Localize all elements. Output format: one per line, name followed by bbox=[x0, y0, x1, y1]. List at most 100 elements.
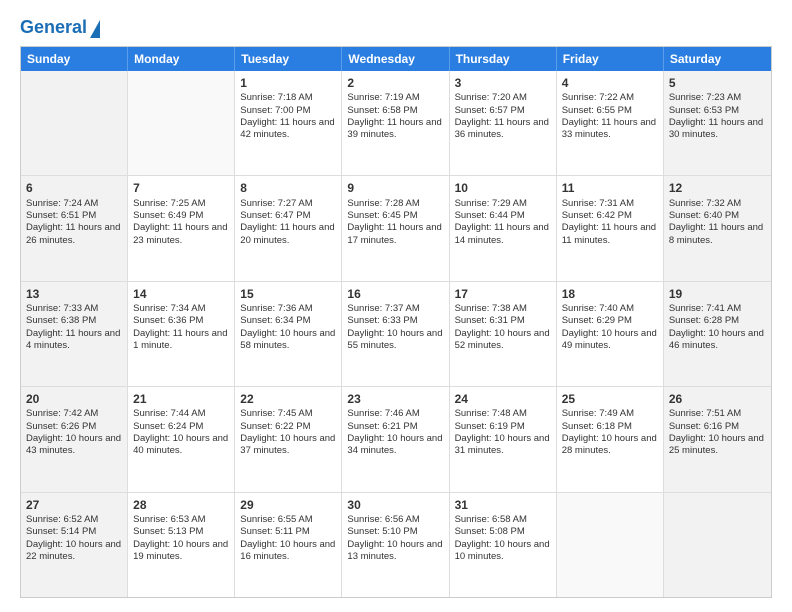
cal-cell-5-1: 27Sunrise: 6:52 AM Sunset: 5:14 PM Dayli… bbox=[21, 493, 128, 597]
cell-details: Sunrise: 7:18 AM Sunset: 7:00 PM Dayligh… bbox=[240, 92, 336, 141]
cal-cell-1-4: 2Sunrise: 7:19 AM Sunset: 6:58 PM Daylig… bbox=[342, 71, 449, 175]
cal-cell-4-2: 21Sunrise: 7:44 AM Sunset: 6:24 PM Dayli… bbox=[128, 387, 235, 491]
day-number: 20 bbox=[26, 391, 122, 407]
cell-details: Sunrise: 7:44 AM Sunset: 6:24 PM Dayligh… bbox=[133, 408, 229, 457]
cal-cell-4-3: 22Sunrise: 7:45 AM Sunset: 6:22 PM Dayli… bbox=[235, 387, 342, 491]
cell-details: Sunrise: 7:25 AM Sunset: 6:49 PM Dayligh… bbox=[133, 198, 229, 247]
cell-details: Sunrise: 7:46 AM Sunset: 6:21 PM Dayligh… bbox=[347, 408, 443, 457]
cell-details: Sunrise: 7:28 AM Sunset: 6:45 PM Dayligh… bbox=[347, 198, 443, 247]
week-row-3: 13Sunrise: 7:33 AM Sunset: 6:38 PM Dayli… bbox=[21, 282, 771, 387]
cell-details: Sunrise: 7:49 AM Sunset: 6:18 PM Dayligh… bbox=[562, 408, 658, 457]
cell-details: Sunrise: 6:55 AM Sunset: 5:11 PM Dayligh… bbox=[240, 514, 336, 563]
cell-details: Sunrise: 7:23 AM Sunset: 6:53 PM Dayligh… bbox=[669, 92, 766, 141]
cell-details: Sunrise: 7:37 AM Sunset: 6:33 PM Dayligh… bbox=[347, 303, 443, 352]
cal-cell-3-2: 14Sunrise: 7:34 AM Sunset: 6:36 PM Dayli… bbox=[128, 282, 235, 386]
header-day-sunday: Sunday bbox=[21, 47, 128, 71]
calendar-header: SundayMondayTuesdayWednesdayThursdayFrid… bbox=[21, 47, 771, 71]
cell-details: Sunrise: 7:41 AM Sunset: 6:28 PM Dayligh… bbox=[669, 303, 766, 352]
cell-details: Sunrise: 7:24 AM Sunset: 6:51 PM Dayligh… bbox=[26, 198, 122, 247]
cal-cell-5-6 bbox=[557, 493, 664, 597]
page: General SundayMondayTuesdayWednesdayThur… bbox=[0, 0, 792, 612]
header-day-monday: Monday bbox=[128, 47, 235, 71]
cal-cell-5-7 bbox=[664, 493, 771, 597]
day-number: 18 bbox=[562, 286, 658, 302]
cal-cell-3-1: 13Sunrise: 7:33 AM Sunset: 6:38 PM Dayli… bbox=[21, 282, 128, 386]
day-number: 17 bbox=[455, 286, 551, 302]
day-number: 31 bbox=[455, 497, 551, 513]
day-number: 4 bbox=[562, 75, 658, 91]
day-number: 27 bbox=[26, 497, 122, 513]
day-number: 6 bbox=[26, 180, 122, 196]
cell-details: Sunrise: 7:36 AM Sunset: 6:34 PM Dayligh… bbox=[240, 303, 336, 352]
day-number: 23 bbox=[347, 391, 443, 407]
week-row-5: 27Sunrise: 6:52 AM Sunset: 5:14 PM Dayli… bbox=[21, 493, 771, 597]
header-day-friday: Friday bbox=[557, 47, 664, 71]
cal-cell-3-5: 17Sunrise: 7:38 AM Sunset: 6:31 PM Dayli… bbox=[450, 282, 557, 386]
cal-cell-1-1 bbox=[21, 71, 128, 175]
cell-details: Sunrise: 7:27 AM Sunset: 6:47 PM Dayligh… bbox=[240, 198, 336, 247]
day-number: 25 bbox=[562, 391, 658, 407]
cal-cell-1-3: 1Sunrise: 7:18 AM Sunset: 7:00 PM Daylig… bbox=[235, 71, 342, 175]
cal-cell-2-7: 12Sunrise: 7:32 AM Sunset: 6:40 PM Dayli… bbox=[664, 176, 771, 280]
cal-cell-2-5: 10Sunrise: 7:29 AM Sunset: 6:44 PM Dayli… bbox=[450, 176, 557, 280]
cal-cell-3-4: 16Sunrise: 7:37 AM Sunset: 6:33 PM Dayli… bbox=[342, 282, 449, 386]
day-number: 22 bbox=[240, 391, 336, 407]
cell-details: Sunrise: 7:33 AM Sunset: 6:38 PM Dayligh… bbox=[26, 303, 122, 352]
calendar-body: 1Sunrise: 7:18 AM Sunset: 7:00 PM Daylig… bbox=[21, 71, 771, 597]
cal-cell-4-7: 26Sunrise: 7:51 AM Sunset: 6:16 PM Dayli… bbox=[664, 387, 771, 491]
cell-details: Sunrise: 7:38 AM Sunset: 6:31 PM Dayligh… bbox=[455, 303, 551, 352]
day-number: 11 bbox=[562, 180, 658, 196]
header-day-thursday: Thursday bbox=[450, 47, 557, 71]
day-number: 29 bbox=[240, 497, 336, 513]
cell-details: Sunrise: 7:34 AM Sunset: 6:36 PM Dayligh… bbox=[133, 303, 229, 352]
week-row-4: 20Sunrise: 7:42 AM Sunset: 6:26 PM Dayli… bbox=[21, 387, 771, 492]
cell-details: Sunrise: 6:56 AM Sunset: 5:10 PM Dayligh… bbox=[347, 514, 443, 563]
header: General bbox=[20, 18, 772, 36]
week-row-1: 1Sunrise: 7:18 AM Sunset: 7:00 PM Daylig… bbox=[21, 71, 771, 176]
cal-cell-5-5: 31Sunrise: 6:58 AM Sunset: 5:08 PM Dayli… bbox=[450, 493, 557, 597]
cal-cell-4-1: 20Sunrise: 7:42 AM Sunset: 6:26 PM Dayli… bbox=[21, 387, 128, 491]
cal-cell-2-1: 6 Sunrise: 7:24 AM Sunset: 6:51 PM Daylig… bbox=[21, 176, 128, 280]
day-number: 9 bbox=[347, 180, 443, 196]
day-number: 24 bbox=[455, 391, 551, 407]
cal-cell-2-2: 7Sunrise: 7:25 AM Sunset: 6:49 PM Daylig… bbox=[128, 176, 235, 280]
cal-cell-5-3: 29Sunrise: 6:55 AM Sunset: 5:11 PM Dayli… bbox=[235, 493, 342, 597]
cell-details: Sunrise: 7:51 AM Sunset: 6:16 PM Dayligh… bbox=[669, 408, 766, 457]
day-number: 1 bbox=[240, 75, 336, 91]
day-number: 8 bbox=[240, 180, 336, 196]
day-number: 19 bbox=[669, 286, 766, 302]
day-number: 16 bbox=[347, 286, 443, 302]
cal-cell-3-6: 18Sunrise: 7:40 AM Sunset: 6:29 PM Dayli… bbox=[557, 282, 664, 386]
day-number: 2 bbox=[347, 75, 443, 91]
day-number: 3 bbox=[455, 75, 551, 91]
header-day-wednesday: Wednesday bbox=[342, 47, 449, 71]
header-day-tuesday: Tuesday bbox=[235, 47, 342, 71]
logo-triangle-icon bbox=[90, 20, 100, 38]
day-number: 21 bbox=[133, 391, 229, 407]
cell-details: Sunrise: 6:58 AM Sunset: 5:08 PM Dayligh… bbox=[455, 514, 551, 563]
cell-details: Sunrise: 7:29 AM Sunset: 6:44 PM Dayligh… bbox=[455, 198, 551, 247]
day-number: 28 bbox=[133, 497, 229, 513]
day-number: 13 bbox=[26, 286, 122, 302]
cal-cell-5-2: 28Sunrise: 6:53 AM Sunset: 5:13 PM Dayli… bbox=[128, 493, 235, 597]
cal-cell-2-6: 11Sunrise: 7:31 AM Sunset: 6:42 PM Dayli… bbox=[557, 176, 664, 280]
cal-cell-1-7: 5Sunrise: 7:23 AM Sunset: 6:53 PM Daylig… bbox=[664, 71, 771, 175]
cal-cell-5-4: 30Sunrise: 6:56 AM Sunset: 5:10 PM Dayli… bbox=[342, 493, 449, 597]
cell-details: Sunrise: 7:45 AM Sunset: 6:22 PM Dayligh… bbox=[240, 408, 336, 457]
cell-details: Sunrise: 6:52 AM Sunset: 5:14 PM Dayligh… bbox=[26, 514, 122, 563]
day-number: 26 bbox=[669, 391, 766, 407]
cal-cell-3-3: 15Sunrise: 7:36 AM Sunset: 6:34 PM Dayli… bbox=[235, 282, 342, 386]
cal-cell-1-5: 3Sunrise: 7:20 AM Sunset: 6:57 PM Daylig… bbox=[450, 71, 557, 175]
day-number: 30 bbox=[347, 497, 443, 513]
cal-cell-2-4: 9 Sunrise: 7:28 AM Sunset: 6:45 PM Daylig… bbox=[342, 176, 449, 280]
cal-cell-1-2 bbox=[128, 71, 235, 175]
cal-cell-4-4: 23Sunrise: 7:46 AM Sunset: 6:21 PM Dayli… bbox=[342, 387, 449, 491]
cell-details: Sunrise: 7:22 AM Sunset: 6:55 PM Dayligh… bbox=[562, 92, 658, 141]
cell-details: Sunrise: 7:40 AM Sunset: 6:29 PM Dayligh… bbox=[562, 303, 658, 352]
cal-cell-3-7: 19Sunrise: 7:41 AM Sunset: 6:28 PM Dayli… bbox=[664, 282, 771, 386]
cell-details: Sunrise: 7:32 AM Sunset: 6:40 PM Dayligh… bbox=[669, 198, 766, 247]
week-row-2: 6 Sunrise: 7:24 AM Sunset: 6:51 PM Daylig… bbox=[21, 176, 771, 281]
logo: General bbox=[20, 18, 100, 36]
cell-details: Sunrise: 7:42 AM Sunset: 6:26 PM Dayligh… bbox=[26, 408, 122, 457]
logo-text: General bbox=[20, 18, 87, 38]
